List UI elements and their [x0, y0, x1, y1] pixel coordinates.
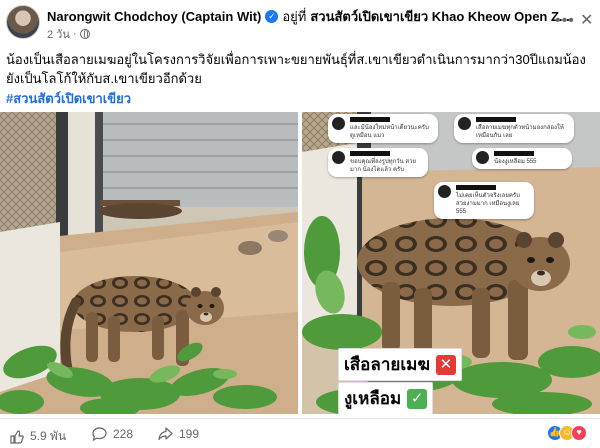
- caption-right: งูเหลือม ✓: [338, 382, 434, 414]
- share-icon: [158, 427, 173, 441]
- at-label: อยู่ที่: [282, 8, 307, 24]
- caption-wrong-text: เสือลายเมฆ: [344, 355, 430, 374]
- like-button[interactable]: 5.9 พัน: [10, 427, 66, 446]
- author-name[interactable]: Narongwit Chodchoy (Captain Wit): [47, 9, 261, 24]
- meta-separator: ·: [72, 28, 77, 40]
- page-name-link[interactable]: สวนสัตว์เปิดเขาเขียว Khao Kheow Open Z..…: [310, 6, 569, 27]
- more-options-button[interactable]: •••: [555, 12, 575, 30]
- hashtag-link[interactable]: #สวนสัตว์เปิดเขาเขียว: [6, 88, 131, 109]
- author-line: Narongwit Chodchoy (Captain Wit) ✓ อยู่ท…: [47, 7, 570, 25]
- overlay-comment-3: ขอบคุณที่ลงรูปทุกวัน สวยมาก น้องโตแล้ว ค…: [328, 148, 428, 177]
- thumbs-up-icon: [10, 429, 24, 444]
- love-icon: ♥: [571, 425, 587, 441]
- globe-icon: [79, 29, 90, 39]
- caption-right-text: งูเหลือม: [344, 389, 402, 408]
- post-footer: 5.9 พัน 228 199 👍 ☺ ♥: [0, 418, 600, 448]
- author-avatar[interactable]: [6, 5, 40, 39]
- cross-mark-icon: ✕: [435, 354, 456, 375]
- photo-right[interactable]: และมีน้องใหม่หน้าเดียวนะครับ ดูเหมือน แม…: [302, 112, 600, 414]
- comment-icon: [92, 427, 107, 441]
- post-time[interactable]: 2 วัน: [47, 25, 70, 43]
- check-mark-icon: ✓: [407, 388, 428, 409]
- photo-grid: และมีน้องใหม่หน้าเดียวนะครับ ดูเหมือน แม…: [0, 112, 600, 414]
- overlay-comment-4: น้องงูเหลือม 555: [472, 148, 572, 169]
- post-meta: 2 วัน ·: [47, 25, 90, 43]
- verified-badge-icon: ✓: [265, 9, 279, 23]
- reaction-summary[interactable]: 👍 ☺ ♥: [547, 425, 587, 441]
- overlay-comment-1: และมีน้องใหม่หน้าเดียวนะครับ ดูเหมือน แม…: [328, 114, 438, 143]
- overlay-comment-5: ไม่เคยเห็นตัวจริงเลยครับ สวยงามมาก เหมือ…: [434, 182, 534, 219]
- post-header: Narongwit Chodchoy (Captain Wit) ✓ อยู่ท…: [0, 0, 600, 43]
- leopard-photo-image: [0, 112, 298, 414]
- close-button[interactable]: ✕: [580, 10, 593, 30]
- post-body-text: น้องเป็นเสือลายเมฆอยู่ในโครงการวิจัยเพื่…: [6, 52, 586, 86]
- photo-left[interactable]: [0, 112, 298, 414]
- share-count: 199: [179, 427, 200, 441]
- overlay-comment-2: เสือลายเมฆทุกตัวหน้ามองกล่องให้เหมือนกัน…: [454, 114, 574, 143]
- like-count: 5.9 พัน: [30, 429, 67, 443]
- comment-count: 228: [113, 427, 134, 441]
- caption-wrong: เสือลายเมฆ ✕: [338, 348, 462, 381]
- share-button[interactable]: 199: [158, 427, 199, 441]
- comment-button[interactable]: 228: [92, 427, 133, 441]
